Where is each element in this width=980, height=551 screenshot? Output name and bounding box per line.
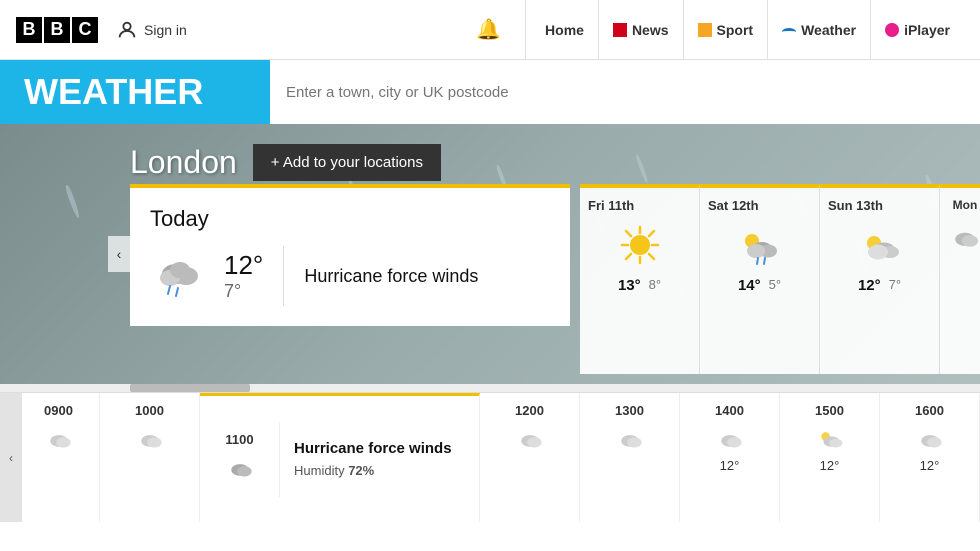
- hourly-icon-1500: [814, 422, 846, 454]
- hourly-temp-1500: 12°: [820, 458, 840, 473]
- hourly-time-0900: 0900: [44, 403, 73, 418]
- news-icon: [613, 23, 627, 37]
- forecast-icon-sat: [738, 223, 782, 267]
- hourly-icon-1600: [914, 422, 946, 454]
- hourly-scrollbar-thumb: [130, 384, 250, 392]
- nav-iplayer[interactable]: iPlayer: [870, 0, 964, 59]
- forecast-temps-sun: 12° 7°: [858, 277, 901, 294]
- forecast-icon-mon: [947, 218, 980, 254]
- weather-icon: [782, 28, 796, 36]
- location-overlay: London + Add to your locations: [130, 144, 441, 181]
- forecast-date-mon: Mon: [953, 198, 978, 212]
- hourly-col-1100: 1100 Hurricane force winds Humidity 72%: [200, 393, 480, 522]
- hourly-1100-detail: Hurricane force winds Humidity 72%: [284, 432, 479, 486]
- nav-sport[interactable]: Sport: [683, 0, 768, 59]
- weather-search-container: [270, 60, 980, 124]
- forecast-day-sun[interactable]: Sun 13th 12° 7°: [820, 184, 940, 374]
- nav-bar: Home News Sport Weather iPlayer: [525, 0, 964, 59]
- weather-bar: WEATHER: [0, 60, 980, 124]
- bbc-b1: B: [16, 17, 42, 43]
- hourly-detail-humidity: Humidity 72%: [294, 463, 469, 478]
- hourly-time-1300: 1300: [615, 403, 644, 418]
- today-temp-high: 12°: [224, 250, 263, 281]
- forecast-date-fri: Fri 11th: [588, 198, 634, 213]
- forecast-low-sat: 5°: [769, 277, 781, 294]
- hourly-col-1300: 1300: [580, 393, 680, 522]
- hourly-col-1500: 1500 12°: [780, 393, 880, 522]
- today-description: Hurricane force winds: [284, 266, 478, 287]
- location-name: London: [130, 144, 237, 181]
- forecast-day-sat[interactable]: Sat 12th 14° 5°: [700, 184, 820, 374]
- header: B B C Sign in 🔔 Home News Sport Weather …: [0, 0, 980, 60]
- hourly-1100-time-col: 1100: [200, 422, 280, 497]
- hourly-time-1400: 1400: [715, 403, 744, 418]
- user-icon: [116, 19, 138, 41]
- forecast-panels: Fri 11th 13° 8° Sat 12th: [580, 184, 980, 374]
- today-icon-temp: 12° 7°: [150, 246, 284, 306]
- forecast-low-fri: 8°: [649, 277, 661, 294]
- hourly-temp-1600: 12°: [920, 458, 940, 473]
- hourly-col-1400: 1400 12°: [680, 393, 780, 522]
- sign-in-button[interactable]: Sign in: [116, 19, 187, 41]
- hourly-detail-title: Hurricane force winds: [294, 440, 469, 457]
- weather-search-input[interactable]: [286, 84, 964, 101]
- today-card: Today 12° 7° Hurricane force wind: [130, 184, 570, 326]
- forecast-temps-sat: 14° 5°: [738, 277, 781, 294]
- add-location-button[interactable]: + Add to your locations: [253, 144, 441, 181]
- hourly-col-1000: 1000: [100, 393, 200, 522]
- hourly-time-1100: 1100: [225, 432, 253, 447]
- hourly-time-1200: 1200: [515, 403, 544, 418]
- forecast-high-sat: 14°: [738, 277, 761, 294]
- weather-title: WEATHER: [0, 60, 270, 124]
- hourly-scroll: ‹ 0900 1000 1100: [0, 393, 980, 522]
- hourly-time-1600: 1600: [915, 403, 944, 418]
- forecast-high-fri: 13°: [618, 277, 641, 294]
- today-content: 12° 7° Hurricane force winds: [150, 246, 550, 306]
- bell-icon[interactable]: 🔔: [476, 17, 501, 42]
- sport-icon: [698, 23, 712, 37]
- nav-home[interactable]: Home: [525, 0, 598, 59]
- iplayer-icon: [885, 23, 899, 37]
- hourly-temp-1400: 12°: [720, 458, 740, 473]
- today-weather-icon: [150, 246, 210, 306]
- hourly-icon-1100: [224, 451, 256, 483]
- bbc-logo: B B C: [16, 17, 98, 43]
- hourly-icon-1400: [714, 422, 746, 454]
- forecast-temps-fri: 13° 8°: [618, 277, 661, 294]
- forecast-high-sun: 12°: [858, 277, 881, 294]
- hourly-icon-1300: [614, 422, 646, 454]
- forecast-scroll-left[interactable]: ‹: [108, 236, 130, 272]
- bbc-c: C: [72, 17, 98, 43]
- forecast-day-mon[interactable]: Mon: [940, 184, 980, 374]
- today-label: Today: [150, 206, 550, 232]
- hourly-col-1600: 1600 12°: [880, 393, 980, 522]
- hourly-icon-0900: [43, 422, 75, 454]
- bbc-b2: B: [44, 17, 70, 43]
- forecast-icon-sun: [858, 223, 902, 267]
- forecast-day-fri[interactable]: Fri 11th 13° 8°: [580, 184, 700, 374]
- forecast-date-sat: Sat 12th: [708, 198, 759, 213]
- forecast-low-sun: 7°: [889, 277, 901, 294]
- today-temp-low: 7°: [224, 281, 263, 302]
- forecast-icon-fri: [618, 223, 662, 267]
- nav-weather[interactable]: Weather: [767, 0, 870, 59]
- forecast-date-sun: Sun 13th: [828, 198, 883, 213]
- hero-section: London + Add to your locations ‹ Today 1…: [0, 124, 980, 384]
- hourly-scroll-left[interactable]: ‹: [0, 393, 22, 522]
- sign-in-label: Sign in: [144, 22, 187, 38]
- nav-news[interactable]: News: [598, 0, 683, 59]
- hourly-time-1000: 1000: [135, 403, 164, 418]
- hourly-icon-1200: [514, 422, 546, 454]
- hourly-section: ‹ 0900 1000 1100: [0, 392, 980, 522]
- hourly-icon-1000: [134, 422, 166, 454]
- hourly-scrollbar[interactable]: [0, 384, 980, 392]
- hourly-time-1500: 1500: [815, 403, 844, 418]
- hourly-col-1200: 1200: [480, 393, 580, 522]
- today-temps: 12° 7°: [224, 250, 263, 302]
